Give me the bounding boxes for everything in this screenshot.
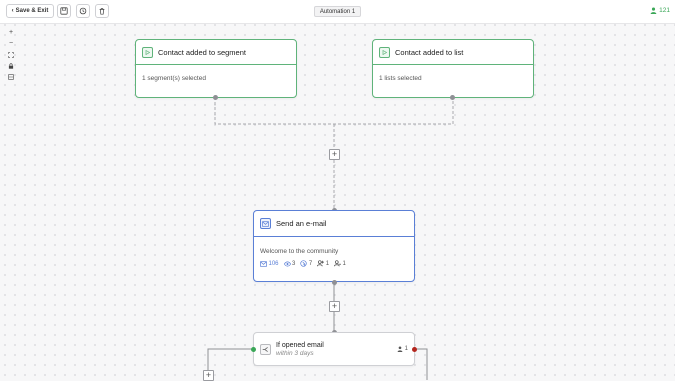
no-branch-line — [415, 348, 428, 380]
trigger-merge-line — [214, 97, 454, 125]
branch-icon — [260, 343, 271, 355]
node-detail: 1 lists selected — [379, 75, 422, 82]
play-icon — [379, 46, 390, 58]
opened-count: 3 — [292, 260, 296, 267]
yes-branch-line — [207, 348, 253, 380]
node-title: Contact added to list — [395, 47, 464, 57]
yes-branch-handle[interactable] — [251, 347, 256, 352]
subscribed-stat[interactable]: 1 — [317, 260, 329, 267]
node-title: Contact added to segment — [158, 47, 246, 57]
flow-connections — [207, 97, 454, 380]
mail-icon — [260, 260, 267, 267]
sent-count: 106 — [268, 260, 279, 267]
plus-icon: + — [331, 149, 338, 159]
email-subject: Welcome to the community — [260, 248, 339, 255]
subscribed-count: 1 — [325, 260, 330, 267]
user-icon — [397, 346, 403, 352]
condition-node[interactable]: If opened email within 3 days 1 — [253, 332, 415, 366]
add-step-button[interactable]: + — [329, 149, 340, 160]
clicked-stat[interactable]: 7 — [300, 260, 312, 267]
unsubscribed-count: 1 — [342, 260, 346, 267]
play-icon — [142, 46, 153, 58]
add-step-button[interactable]: + — [329, 301, 340, 312]
plus-icon: + — [205, 370, 212, 380]
user-minus-icon — [334, 260, 342, 267]
plus-icon: + — [331, 301, 338, 311]
send-email-node[interactable]: Send an e-mail Welcome to the community … — [253, 210, 415, 282]
condition-contacts[interactable]: 1 — [397, 346, 408, 352]
node-subtitle: within 3 days — [276, 349, 314, 357]
trigger-node-list[interactable]: Contact added to list 1 lists selected — [372, 39, 534, 98]
user-plus-icon — [317, 260, 325, 267]
click-icon — [300, 260, 308, 267]
node-detail: 1 segment(s) selected — [142, 75, 206, 82]
condition-count: 1 — [404, 346, 408, 352]
output-handle[interactable] — [450, 95, 455, 100]
node-title: If opened email — [276, 341, 324, 349]
trigger-node-segment[interactable]: Contact added to segment 1 segment(s) se… — [135, 39, 297, 98]
opened-stat[interactable]: 3 — [283, 260, 296, 267]
output-handle[interactable] — [213, 95, 218, 100]
email-stats: 106 3 7 1 1 — [260, 260, 408, 267]
unsubscribed-stat[interactable]: 1 — [334, 260, 346, 267]
no-branch-handle[interactable] — [412, 347, 417, 352]
output-handle[interactable] — [332, 280, 337, 285]
mail-icon — [260, 218, 271, 229]
clicked-count: 7 — [308, 260, 313, 267]
node-title: Send an e-mail — [276, 219, 327, 228]
eye-icon — [283, 261, 291, 266]
add-step-button[interactable]: + — [203, 370, 214, 381]
sent-stat[interactable]: 106 — [260, 261, 279, 267]
